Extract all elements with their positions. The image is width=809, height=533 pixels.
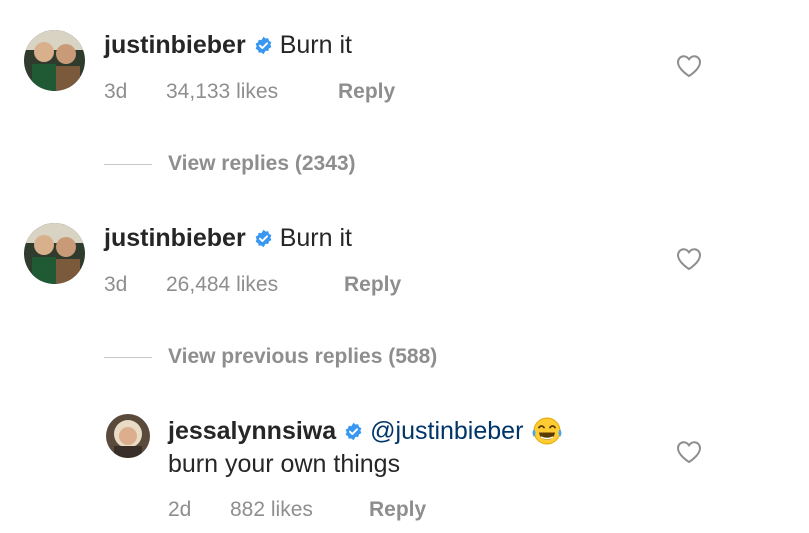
reply-button[interactable]: Reply — [344, 272, 401, 298]
avatar[interactable] — [24, 223, 85, 284]
comment-line: justinbieber Burn it — [104, 30, 352, 60]
avatar[interactable] — [106, 414, 150, 458]
reply-age: 2d — [168, 498, 192, 521]
divider — [104, 357, 152, 358]
verified-badge-icon — [254, 229, 273, 248]
reply-likes[interactable]: 882 likes — [230, 497, 313, 523]
reply-button[interactable]: Reply — [338, 79, 395, 105]
avatar[interactable] — [24, 30, 85, 91]
heart-outline-icon[interactable] — [676, 247, 702, 271]
verified-badge-icon — [254, 36, 273, 55]
comment-meta: 3d 34,133 likes Reply — [104, 79, 504, 105]
comment-likes[interactable]: 34,133 likes — [166, 79, 278, 105]
heart-outline-icon[interactable] — [676, 440, 702, 464]
reply-button[interactable]: Reply — [369, 497, 426, 523]
comment-text: Burn it — [279, 31, 352, 59]
comment-age: 3d — [104, 273, 128, 296]
face-with-tears-of-joy-icon — [531, 416, 563, 446]
comment-username[interactable]: justinbieber — [104, 30, 246, 60]
view-replies-button[interactable]: View replies (2343) — [168, 151, 356, 177]
reply-line: jessalynnsiwa @justinbieber — [168, 416, 563, 446]
reply-username[interactable]: jessalynnsiwa — [168, 416, 336, 446]
comment-age: 3d — [104, 80, 128, 103]
reply-meta: 2d 882 likes Reply — [168, 497, 568, 523]
comment-likes[interactable]: 26,484 likes — [166, 272, 278, 298]
divider — [104, 164, 152, 165]
mention-link[interactable]: @justinbieber — [370, 416, 523, 446]
reply-text: burn your own things — [168, 450, 401, 478]
comment-username[interactable]: justinbieber — [104, 223, 246, 253]
comment-line: justinbieber Burn it — [104, 223, 352, 253]
heart-outline-icon[interactable] — [676, 54, 702, 78]
verified-badge-icon — [344, 422, 363, 441]
view-previous-replies-button[interactable]: View previous replies (588) — [168, 344, 437, 370]
comment-meta: 3d 26,484 likes Reply — [104, 272, 504, 298]
comment-text: Burn it — [279, 224, 352, 252]
